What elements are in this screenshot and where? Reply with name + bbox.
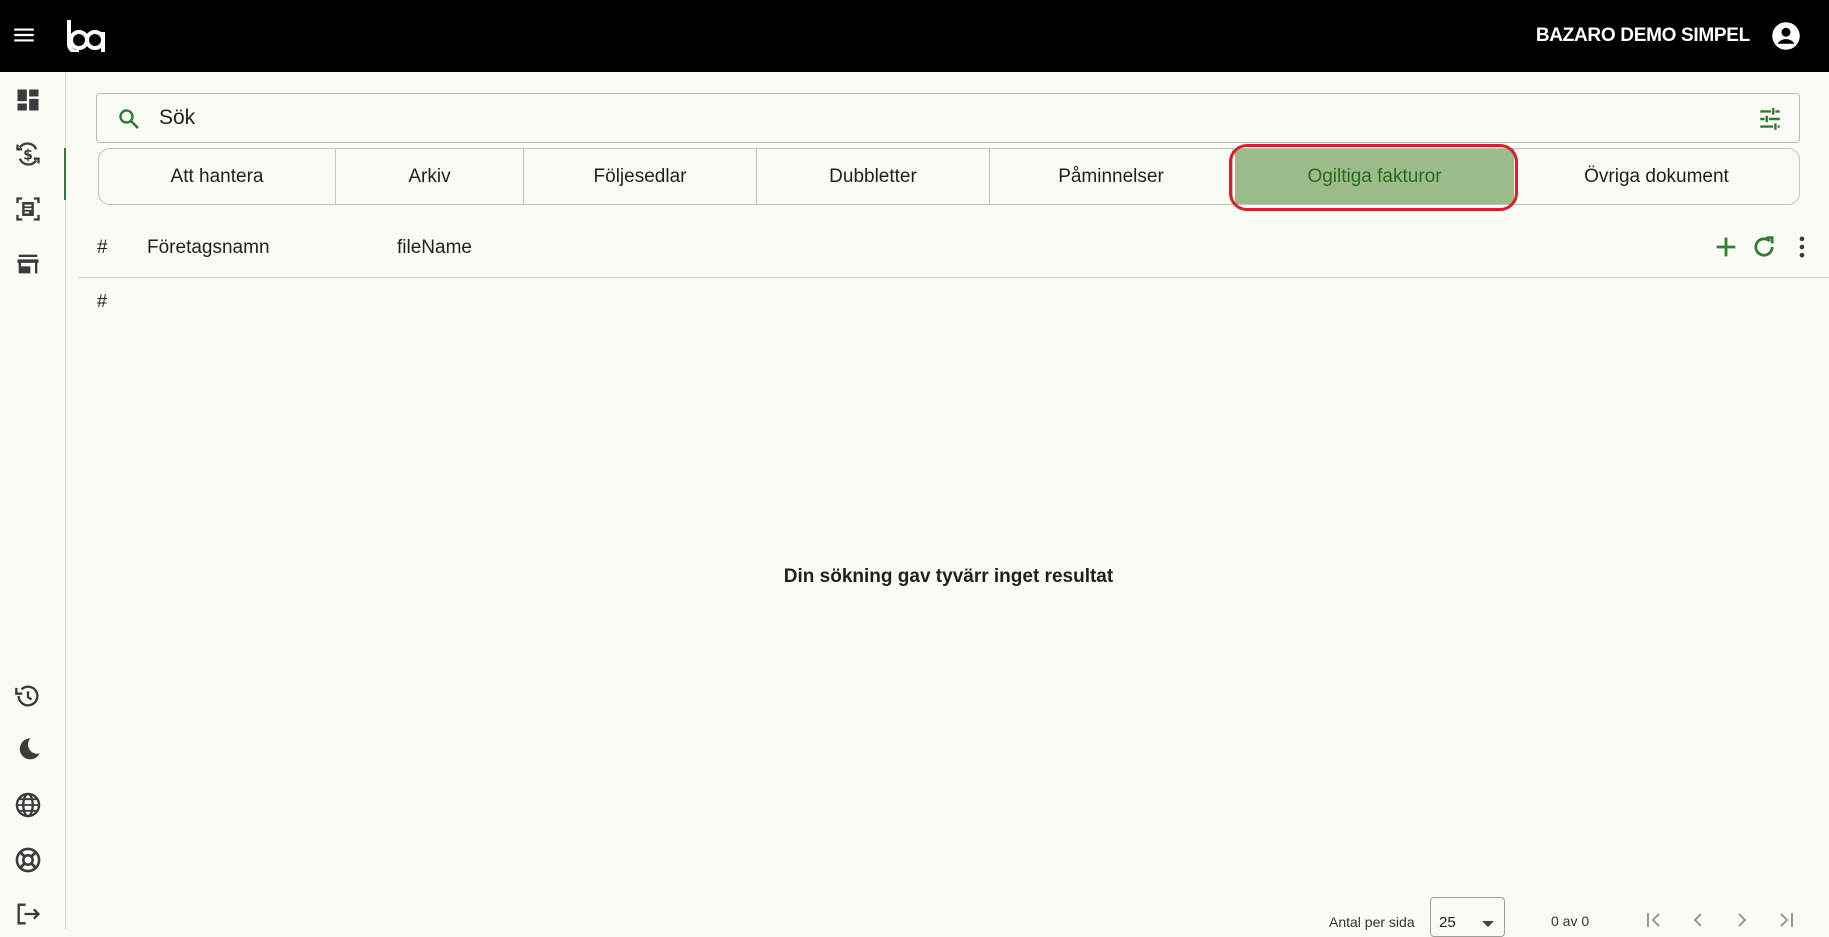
language-icon[interactable]	[14, 791, 42, 819]
dark-mode-icon[interactable]	[14, 736, 42, 764]
history-icon[interactable]	[14, 682, 42, 710]
more-vert-icon[interactable]	[1788, 233, 1816, 261]
tab-ogiltiga-fakturor[interactable]: Ogiltiga fakturor	[1235, 149, 1514, 204]
invoice-currency-icon[interactable]: $	[14, 140, 42, 168]
store-icon[interactable]	[14, 250, 42, 278]
table-row-marker: #	[97, 291, 108, 311]
per-page-label: Antal per sida	[1329, 914, 1415, 930]
previous-page-icon[interactable]	[1686, 908, 1710, 932]
last-page-icon[interactable]	[1774, 908, 1798, 932]
page-range: 0 av 0	[1551, 913, 1590, 929]
next-page-icon[interactable]	[1730, 908, 1754, 932]
tab-dubbletter[interactable]: Dubbletter	[757, 149, 990, 204]
menu-icon[interactable]	[11, 22, 37, 48]
search-input[interactable]	[159, 100, 1719, 136]
empty-result-message: Din sökning gav tyvärr inget resultat	[783, 566, 1114, 587]
refresh-icon[interactable]	[1750, 233, 1778, 261]
table-header-divider	[78, 277, 1829, 278]
column-header-company-name[interactable]: Företagsnamn	[147, 237, 270, 259]
per-page-value: 25	[1439, 914, 1456, 931]
dashboard-icon[interactable]	[14, 86, 42, 114]
account-circle-icon[interactable]	[1771, 21, 1801, 51]
search-bar	[96, 93, 1800, 143]
company-name: BAZARO DEMO SIMPEL	[1535, 25, 1750, 46]
tab-arkiv[interactable]: Arkiv	[336, 149, 524, 204]
document-scan-icon[interactable]	[14, 195, 42, 223]
tab-foljesedlar[interactable]: Följesedlar	[524, 149, 757, 204]
column-header-file-name[interactable]: fileName	[397, 237, 472, 259]
chevron-down-icon	[1482, 921, 1494, 927]
logout-icon[interactable]	[14, 900, 42, 928]
search-icon	[119, 109, 139, 129]
support-icon[interactable]	[14, 846, 42, 874]
column-header-number[interactable]: #	[97, 237, 108, 259]
svg-text:$: $	[23, 147, 33, 163]
bazaro-logo[interactable]	[65, 18, 107, 52]
tab-ovriga-dokument[interactable]: Övriga dokument	[1514, 149, 1799, 204]
top-app-bar: BAZARO DEMO SIMPEL	[0, 0, 1829, 72]
sidebar: $	[0, 72, 66, 929]
first-page-icon[interactable]	[1642, 908, 1666, 932]
tab-paminnelser[interactable]: Påminnelser	[990, 149, 1233, 204]
filter-settings-icon[interactable]	[1757, 106, 1783, 132]
tab-att-hantera[interactable]: Att hantera	[99, 149, 336, 204]
active-nav-indicator	[64, 148, 66, 200]
document-tabs: Att hantera Arkiv Följesedlar Dubbletter…	[98, 148, 1800, 205]
per-page-select[interactable]: 25	[1430, 897, 1505, 937]
add-icon[interactable]	[1712, 233, 1740, 261]
